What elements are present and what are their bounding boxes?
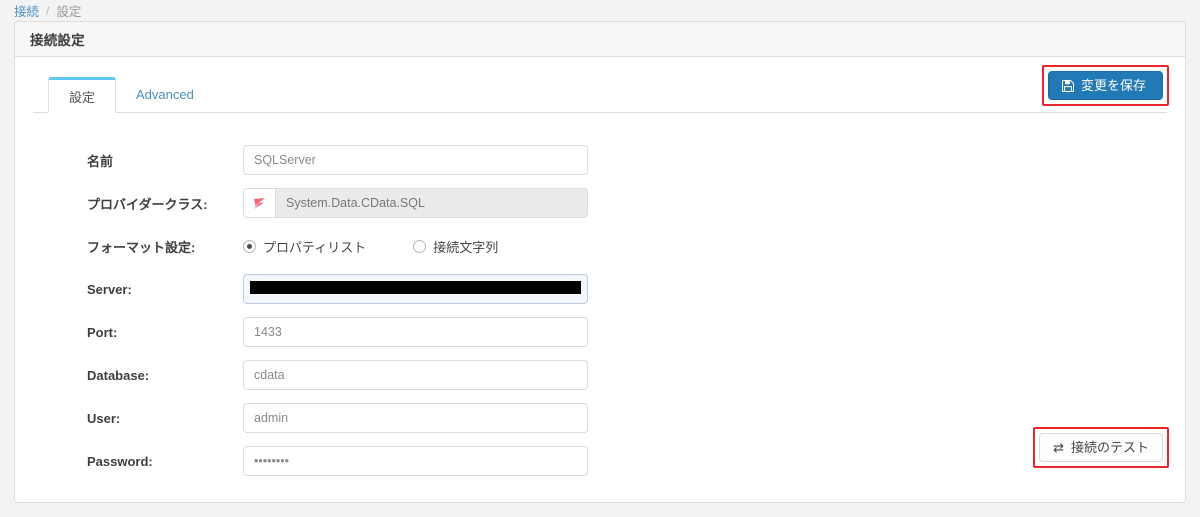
provider-class-input-group: System.Data.CData.SQL — [243, 188, 588, 218]
label-password: Password: — [87, 453, 153, 469]
connection-settings-panel: 接続設定 設定 Advanced 変更を保存 名前 SQLServer プロバイ… — [14, 21, 1186, 503]
test-connection-button[interactable]: ⇄ 接続のテスト — [1039, 433, 1163, 462]
tab-settings[interactable]: 設定 — [48, 77, 117, 113]
tab-advanced-label: Advanced — [136, 87, 194, 102]
panel-header: 接続設定 — [15, 22, 1185, 57]
database-input[interactable] — [243, 360, 588, 390]
form-row-format: フォーマット設定: プロパティリスト 接続文字列 — [43, 231, 1167, 261]
radio-property-list-label: プロパティリスト — [263, 239, 367, 255]
breadcrumb-separator: / — [46, 3, 50, 18]
page-title: 接続設定 — [30, 33, 85, 48]
password-input[interactable] — [243, 446, 588, 476]
radio-connection-string-indicator[interactable] — [413, 239, 427, 253]
tab-advanced[interactable]: Advanced — [116, 77, 214, 112]
form-row-password: Password: — [43, 446, 1167, 476]
label-server: Server: — [87, 281, 132, 297]
save-changes-button[interactable]: 変更を保存 — [1047, 71, 1163, 100]
server-field-wrapper — [243, 274, 588, 304]
form-row-user: User: — [43, 403, 1167, 433]
breadcrumb: 接続 / 設定 — [0, 0, 1200, 21]
form-row-server: Server: — [43, 274, 1167, 304]
radio-property-list-indicator[interactable] — [243, 239, 256, 253]
breadcrumb-link-connections[interactable]: 接続 — [14, 1, 39, 20]
form-row-provider-class: プロバイダークラス: System.Data.CData.SQL — [43, 188, 1167, 218]
tab-bar: 設定 Advanced — [33, 77, 1167, 113]
save-changes-label: 変更を保存 — [1080, 78, 1146, 93]
save-floppy-icon — [1061, 79, 1074, 92]
label-port: Port: — [87, 324, 118, 340]
radio-connection-string-label: 接続文字列 — [433, 239, 499, 255]
name-input[interactable] — [243, 145, 588, 175]
form-row-database: Database: — [43, 360, 1167, 390]
save-button-annotation: 変更を保存 — [1041, 65, 1169, 106]
format-radio-group: プロパティリスト 接続文字列 — [243, 237, 498, 256]
connection-form: 名前 プロバイダークラス: System.Data.CData.SQL — [33, 145, 1167, 476]
provider-class-value: System.Data.CData.SQL — [275, 188, 588, 218]
radio-connection-string[interactable]: 接続文字列 — [413, 237, 498, 256]
test-connection-annotation: ⇄ 接続のテスト — [1033, 427, 1169, 468]
server-value-redaction — [250, 281, 581, 294]
label-user: User: — [87, 410, 121, 426]
user-input[interactable] — [243, 403, 588, 433]
label-name: 名前 — [87, 153, 114, 169]
form-row-name: 名前 — [43, 145, 1167, 175]
swap-arrows-icon: ⇄ — [1053, 440, 1064, 455]
tab-settings-label: 設定 — [69, 89, 96, 105]
label-format: フォーマット設定: — [87, 239, 196, 255]
test-connection-label: 接続のテスト — [1070, 440, 1149, 455]
label-database: Database: — [87, 367, 150, 383]
port-input[interactable] — [243, 317, 588, 347]
form-row-port: Port: — [43, 317, 1167, 347]
label-provider-class: プロバイダークラス: — [87, 196, 208, 212]
panel-body: 設定 Advanced 変更を保存 名前 SQLServer プロバイダークラス… — [15, 57, 1185, 502]
breadcrumb-current-settings: 設定 — [56, 5, 82, 19]
cdata-logo-icon — [243, 188, 275, 218]
radio-property-list[interactable]: プロパティリスト — [243, 237, 366, 256]
